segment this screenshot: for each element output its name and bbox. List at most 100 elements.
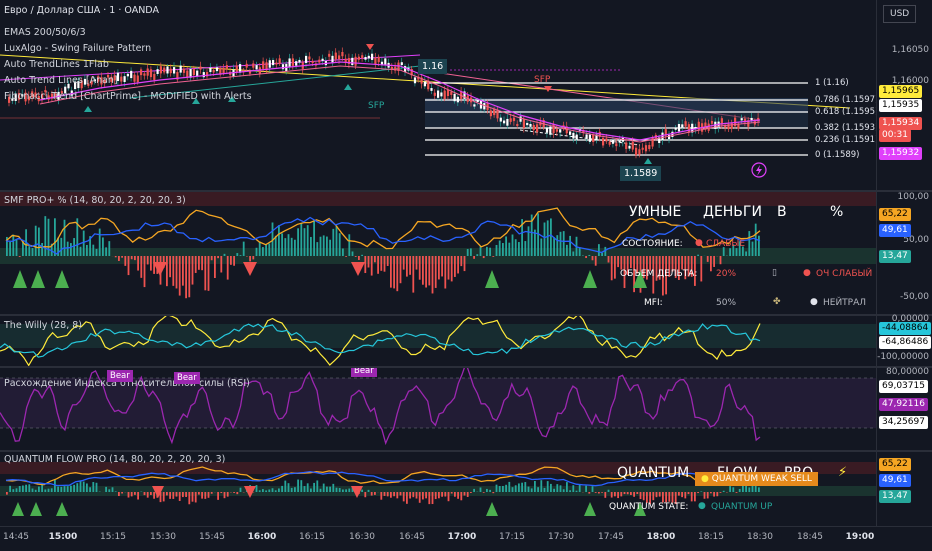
- indicator-sfp[interactable]: LuxAlgo - Swing Failure Pattern: [4, 43, 151, 54]
- candle-body: [213, 70, 215, 72]
- histogram-bar: [208, 492, 210, 498]
- indicator-ema[interactable]: EMAS 200/50/6/3: [4, 27, 86, 38]
- rsi-scale[interactable]: 80,00000 69,03715 47,92116 34,25697: [876, 368, 932, 450]
- histogram-bar: [668, 492, 670, 502]
- price-scale[interactable]: USD 1,16050 1,16000 1,15965 1,15935 1,15…: [876, 0, 932, 190]
- histogram-bar: [51, 488, 53, 492]
- price-pane[interactable]: Евро / Доллар США · 1 · OANDA EMAS 200/5…: [0, 0, 876, 190]
- candle-body: [516, 124, 518, 126]
- candle-body: [612, 140, 614, 144]
- histogram-bar: [304, 228, 306, 256]
- candle-body: [500, 118, 502, 122]
- candle-body: [529, 124, 531, 127]
- candle-body: [351, 58, 353, 65]
- histogram-bar: [547, 220, 549, 256]
- currency-button[interactable]: USD: [883, 5, 916, 23]
- histogram-bar: [60, 487, 62, 492]
- willy-title[interactable]: The Willy (28, 8): [4, 320, 82, 331]
- histogram-bar: [406, 256, 408, 277]
- histogram-bar: [630, 492, 632, 495]
- candle-body: [328, 54, 330, 57]
- candle-body: [510, 118, 512, 122]
- willy-pane[interactable]: The Willy (28, 8): [0, 316, 876, 366]
- histogram-bar: [662, 492, 664, 502]
- histogram-bar: [259, 242, 261, 256]
- histogram-bar: [652, 492, 654, 500]
- histogram-bar: [432, 492, 434, 504]
- histogram-bar: [595, 256, 597, 266]
- histogram-bar: [9, 242, 11, 256]
- histogram-bar: [12, 235, 14, 256]
- histogram-bar: [710, 256, 712, 271]
- candle-body: [322, 59, 324, 61]
- histogram-bar: [422, 256, 424, 285]
- candle-body: [447, 90, 449, 96]
- qflow-title[interactable]: QUANTUM FLOW PRO (14, 80, 20, 2, 20, 20,…: [4, 454, 225, 465]
- histogram-bar: [470, 492, 472, 493]
- indicator-trendlines-flab[interactable]: Auto TrendLines 1Flab: [4, 59, 109, 70]
- histogram-bar: [592, 486, 594, 492]
- histogram-bar: [720, 492, 722, 493]
- candle-body: [203, 72, 205, 77]
- histogram-bar: [563, 231, 565, 256]
- histogram-bar: [249, 256, 251, 261]
- histogram-bar: [739, 489, 741, 492]
- time-label: 17:00: [448, 532, 477, 542]
- indicator-fibonacci-trend[interactable]: Fibonacci Trend [ChartPrime] - MODIFIED …: [4, 91, 252, 102]
- histogram-bar: [35, 490, 37, 492]
- candle-body: [170, 69, 172, 73]
- histogram-bar: [256, 248, 258, 256]
- histogram-bar: [425, 256, 427, 288]
- histogram-bar: [147, 492, 149, 498]
- willy-scale[interactable]: 0,00000 -44,08864 -64,86486 -100,00000: [876, 316, 932, 366]
- smf-title[interactable]: SMF PRO+ % (14, 80, 20, 2, 20, 20, 3): [4, 195, 186, 206]
- histogram-bar: [60, 238, 62, 256]
- histogram-bar: [681, 256, 683, 269]
- candle-body: [549, 127, 551, 135]
- histogram-bar: [192, 256, 194, 285]
- histogram-bar: [355, 256, 357, 257]
- candle-body: [401, 62, 403, 65]
- histogram-bar: [320, 237, 322, 256]
- rsi-pane[interactable]: Расхождение Индекса относительной силы (…: [0, 368, 876, 450]
- histogram-bar: [25, 485, 27, 492]
- histogram-bar: [16, 488, 18, 492]
- price-tag-yellow: 1,15965: [879, 85, 922, 98]
- candle-body: [678, 124, 680, 131]
- histogram-bar: [716, 492, 718, 496]
- candle-body: [289, 58, 291, 66]
- status-dot-icon: ●: [701, 474, 709, 484]
- histogram-bar: [412, 256, 414, 293]
- indicator-trendlines-anan[interactable]: Auto Trend Lines [Anan]: [4, 75, 118, 86]
- histogram-bar: [252, 256, 254, 259]
- candle-body: [741, 118, 743, 120]
- histogram-bar: [361, 255, 363, 256]
- smf-pane[interactable]: SMF PRO+ % (14, 80, 20, 2, 20, 20, 3) УМ…: [0, 192, 876, 314]
- candle-body: [368, 56, 370, 59]
- candle-body: [708, 124, 710, 131]
- price-tag-white: 1,15935: [879, 99, 922, 112]
- histogram-bar: [291, 238, 293, 256]
- smf-scale[interactable]: 100,00 50,00 -50,00 65,22 49,61 13,47: [876, 192, 932, 314]
- time-label: 15:45: [199, 532, 225, 542]
- histogram-bar: [182, 492, 184, 497]
- candle-body: [262, 61, 264, 68]
- histogram-bar: [326, 237, 328, 256]
- histogram-bar: [489, 248, 491, 256]
- histogram-bar: [150, 492, 152, 495]
- histogram-bar: [380, 256, 382, 271]
- histogram-bar: [403, 492, 405, 501]
- histogram-bar: [480, 246, 482, 256]
- histogram-bar: [608, 256, 610, 263]
- qflow-state-label: QUANTUM STATE:: [609, 502, 688, 512]
- histogram-bar: [336, 488, 338, 492]
- histogram-bar: [41, 484, 43, 492]
- candle-body: [223, 68, 225, 73]
- candle-body: [506, 119, 508, 126]
- candle-body: [688, 124, 690, 132]
- candle-body: [130, 71, 132, 78]
- smf-tick: -50,00: [900, 292, 929, 302]
- histogram-bar: [22, 485, 24, 492]
- qflow-scale[interactable]: 65,22 49,61 13,47: [876, 452, 932, 526]
- qflow-pane[interactable]: QUANTUM FLOW PRO (14, 80, 20, 2, 20, 20,…: [0, 452, 876, 526]
